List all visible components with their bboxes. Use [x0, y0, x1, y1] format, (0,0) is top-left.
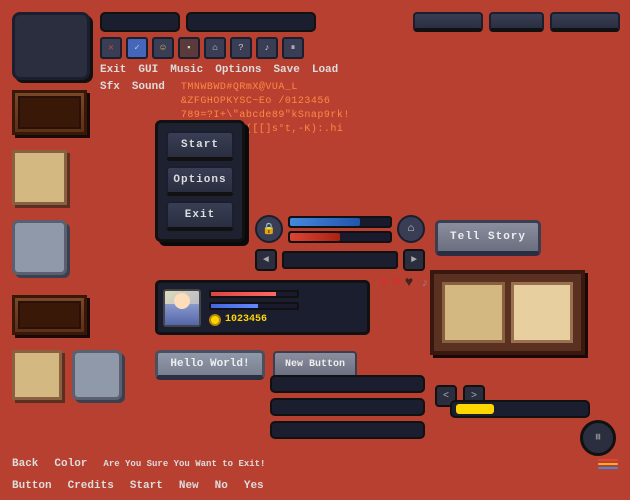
home2-icon-btn[interactable]: ⌂: [397, 215, 425, 243]
label-start[interactable]: Start: [130, 480, 163, 492]
options-button[interactable]: Options: [166, 166, 234, 196]
square-icon-btn[interactable]: ▪: [178, 37, 200, 59]
check-icon: ✓: [134, 43, 139, 53]
left-arrow-icon: ◄: [263, 255, 269, 266]
lock-icon: 🔒: [262, 222, 276, 236]
inventory-panel: [430, 270, 585, 355]
inventory-slot-1: [442, 282, 505, 343]
check-icon-btn[interactable]: ✓: [126, 37, 148, 59]
label-new[interactable]: New: [179, 480, 199, 492]
main-container: ✕ ✓ ☺ ▪ ⌂ ? ♪ ⏸ Ex: [0, 0, 630, 500]
heart-1: ♥: [380, 275, 388, 291]
top-right-btn-1[interactable]: [413, 12, 483, 32]
menu-options[interactable]: Options: [215, 64, 261, 76]
pause-symbol: ⏸: [595, 430, 602, 446]
x-icon: ✕: [108, 43, 113, 53]
face-icon: ☺: [160, 43, 165, 53]
label-credits[interactable]: Credits: [68, 480, 114, 492]
x-icon-btn[interactable]: ✕: [100, 37, 122, 59]
slider-fill-red: [290, 233, 340, 241]
inventory-slot-2: [511, 282, 574, 343]
top-bar-2: [186, 12, 316, 32]
main-menu-panel: Start Options Exit: [155, 120, 245, 242]
gray-box-1: [12, 220, 67, 275]
label-button[interactable]: Button: [12, 480, 52, 492]
right-arrow-icon: ►: [411, 255, 417, 266]
face-icon-btn[interactable]: ☺: [152, 37, 174, 59]
tan-box-2: [12, 350, 62, 400]
square-icon: ▪: [186, 43, 191, 53]
top-right-btn-2[interactable]: [489, 12, 544, 32]
bottom-slider[interactable]: [450, 400, 590, 418]
pause-button[interactable]: ⏸: [580, 420, 616, 456]
top-right-btn-3[interactable]: [550, 12, 620, 32]
label-exit-confirm: Are You Sure You Want to Exit!: [103, 459, 265, 469]
label-no[interactable]: No: [215, 480, 228, 492]
question-icon-btn[interactable]: ?: [230, 37, 252, 59]
music-icon-1: ♪: [421, 276, 428, 290]
home-icon-btn[interactable]: ⌂: [204, 37, 226, 59]
pause-icon-btn[interactable]: ⏸: [282, 37, 304, 59]
label-yes[interactable]: Yes: [244, 480, 264, 492]
lock-icon-btn[interactable]: 🔒: [255, 215, 283, 243]
bottom-labels-row2: Button Credits Start New No Yes: [12, 480, 570, 492]
heart-2: ♥: [392, 275, 400, 291]
slider-fill-blue: [290, 218, 360, 226]
left-arrow-btn[interactable]: ◄: [255, 249, 277, 271]
score-display: 1023456: [225, 314, 267, 325]
tan-box-1: [12, 150, 67, 205]
wood-panel-1: [12, 90, 87, 135]
bottom-bar-1: [270, 375, 425, 393]
slider-section: 🔒 ⌂ ◄ ►: [255, 215, 425, 271]
menu-save[interactable]: Save: [273, 64, 299, 76]
menu-music[interactable]: Music: [170, 64, 203, 76]
bottom-slider-fill: [456, 404, 494, 414]
slider-track-1[interactable]: [288, 216, 392, 228]
bottom-bars-section: [270, 375, 425, 439]
top-bar-1: [100, 12, 180, 32]
ham-line-2: [598, 463, 618, 465]
character-panel: 1023456: [155, 280, 370, 335]
slider-track-2[interactable]: [288, 231, 392, 243]
hamburger-menu[interactable]: [598, 459, 618, 469]
right-arrow-btn[interactable]: ►: [403, 249, 425, 271]
arrow-slider-bar: [282, 251, 398, 269]
gray-box-2: [72, 350, 122, 400]
label-back[interactable]: Back: [12, 458, 38, 470]
question-icon: ?: [238, 43, 243, 53]
tell-story-btn[interactable]: Tell Story: [435, 220, 541, 256]
ham-line-3: [598, 467, 618, 469]
menu-gui[interactable]: GUI: [138, 64, 158, 76]
tell-story-button[interactable]: Tell Story: [435, 220, 541, 256]
large-square-panel: [12, 12, 90, 80]
label-color[interactable]: Color: [54, 458, 87, 470]
exit-button[interactable]: Exit: [166, 201, 234, 231]
music-icon: ♪: [264, 43, 269, 53]
coin-icon: [209, 314, 221, 326]
menu-load[interactable]: Load: [312, 64, 338, 76]
wood-panel-2: [12, 295, 87, 335]
pause-icon: ⏸: [291, 43, 296, 53]
bottom-bar-3: [270, 421, 425, 439]
music-icon-btn[interactable]: ♪: [256, 37, 278, 59]
home-icon: ⌂: [212, 43, 217, 53]
bottom-bar-2: [270, 398, 425, 416]
ham-line-1: [598, 459, 618, 461]
home2-icon: ⌂: [408, 223, 415, 235]
character-sprite: [163, 289, 201, 327]
menu-sfx[interactable]: Sfx: [100, 81, 120, 93]
menu-exit[interactable]: Exit: [100, 64, 126, 76]
menu-sound[interactable]: Sound: [132, 81, 165, 93]
hello-world-input[interactable]: Hello World!: [155, 350, 265, 380]
bottom-labels-row1: Back Color Are You Sure You Want to Exit…: [12, 458, 618, 470]
heart-empty: ♥: [405, 275, 413, 291]
start-button[interactable]: Start: [166, 131, 234, 161]
nav-left-icon: <: [443, 391, 449, 402]
